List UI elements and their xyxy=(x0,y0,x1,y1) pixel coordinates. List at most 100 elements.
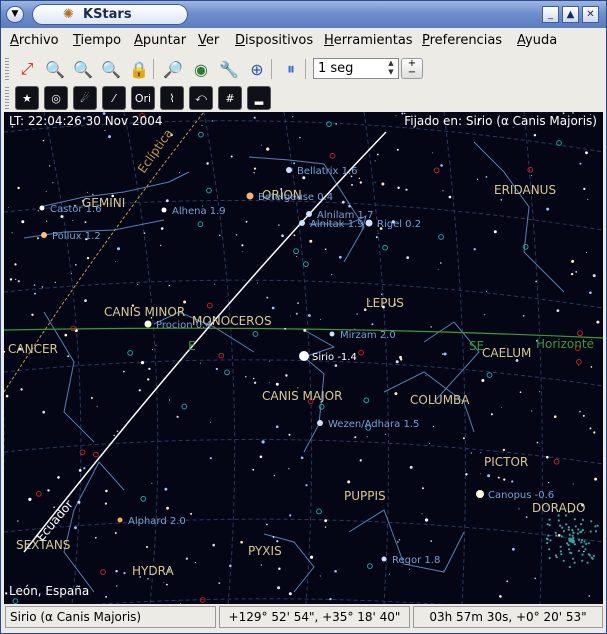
faint-star xyxy=(115,570,118,573)
faint-star xyxy=(5,394,9,398)
deep-sky-toggle-icon[interactable]: ◎ xyxy=(44,86,68,110)
faint-star xyxy=(74,263,77,266)
toolbar-grip[interactable] xyxy=(5,58,9,80)
title-bar[interactable]: ▼ ✺ KStars _ ▲ ✕ xyxy=(1,1,606,28)
toolbar-grip[interactable] xyxy=(5,87,9,109)
faint-star xyxy=(356,313,358,315)
faint-star xyxy=(42,410,46,414)
time-step-plus-minus[interactable]: + − xyxy=(401,58,423,79)
faint-star xyxy=(592,274,596,278)
faint-star xyxy=(548,482,550,484)
faint-star xyxy=(292,116,294,118)
faint-star xyxy=(14,263,17,266)
spin-arrows-icon[interactable]: ▲ ▼ xyxy=(384,59,398,78)
zoom-default-icon[interactable]: ⤢ xyxy=(15,57,39,81)
deep-sky-object xyxy=(486,372,493,379)
magellanic-cloud-dot xyxy=(560,535,563,538)
constellation-lines-toggle-icon[interactable]: ⌇ xyxy=(160,86,184,110)
faint-star xyxy=(146,546,148,548)
menu-preferencias[interactable]: Preferencias xyxy=(422,33,502,48)
faint-star xyxy=(17,280,20,283)
faint-star xyxy=(105,489,108,493)
faint-star xyxy=(180,602,181,604)
faint-star xyxy=(64,333,68,337)
faint-star xyxy=(570,272,574,276)
magellanic-cloud-dot xyxy=(546,541,549,545)
faint-star xyxy=(90,397,93,399)
faint-star xyxy=(443,570,444,571)
faint-star xyxy=(579,410,581,413)
faint-star xyxy=(271,306,275,310)
faint-star xyxy=(470,452,472,454)
faint-star xyxy=(253,116,256,119)
menu-ver[interactable]: Ver xyxy=(198,33,219,48)
sky-canvas[interactable]: GEMINIORION ERIDANUSCANIS MINORMONOCEROSL… xyxy=(4,112,603,604)
milky-way-toggle-icon[interactable]: ⤺ xyxy=(189,86,213,110)
faint-star xyxy=(105,596,107,598)
comets-toggle-icon[interactable]: ⁄ xyxy=(102,86,126,110)
horizon-toggle-icon[interactable]: ▂ xyxy=(247,86,271,110)
deep-sky-object xyxy=(303,261,309,268)
pause-icon[interactable]: ⏸ xyxy=(279,57,303,81)
line-label: E xyxy=(188,339,196,353)
constellation-line xyxy=(473,141,565,293)
faint-star xyxy=(300,456,304,460)
compass-icon[interactable]: ⊕ xyxy=(245,57,269,81)
faint-star xyxy=(269,360,270,362)
faint-star xyxy=(305,484,308,487)
zoom-fit-icon[interactable]: 🔍 xyxy=(99,57,123,81)
faint-star xyxy=(259,455,263,459)
faint-star xyxy=(462,437,465,440)
faint-star xyxy=(41,286,44,288)
faint-star xyxy=(266,147,270,151)
step-minus-icon[interactable]: − xyxy=(408,67,416,78)
zoom-in-icon[interactable]: 🔍 xyxy=(43,57,67,81)
magellanic-cloud-dot xyxy=(548,524,551,527)
menu-ayuda[interactable]: Ayuda xyxy=(517,33,557,48)
star-label: Pollux 1.2 xyxy=(52,231,101,242)
stars-toggle-icon[interactable]: ★ xyxy=(15,86,39,110)
tools-icon[interactable]: 🔧 xyxy=(217,57,241,81)
faint-star xyxy=(206,162,209,165)
zoom-out-icon[interactable]: 🔍 xyxy=(71,57,95,81)
named-star xyxy=(299,220,305,226)
sky-map[interactable]: GEMINI ORION ERIDANUS CANIS MINOR MONOCEROS L… xyxy=(4,112,603,604)
faint-star xyxy=(380,293,383,296)
faint-star xyxy=(375,236,378,239)
deep-sky-object xyxy=(206,187,212,194)
faint-star xyxy=(52,182,54,184)
minimize-button[interactable]: _ xyxy=(542,6,559,23)
magellanic-cloud-dot xyxy=(557,519,560,522)
constellation-names-toggle-icon[interactable]: Ori xyxy=(131,86,155,110)
status-bar: Sirio (α Canis Majoris) +129° 52' 54", +… xyxy=(3,606,604,630)
earth-icon[interactable]: ◉ xyxy=(189,57,213,81)
solar-system-toggle-icon[interactable]: ☄ xyxy=(73,86,97,110)
menu-dispositivos[interactable]: Dispositivos xyxy=(235,33,313,48)
faint-star xyxy=(87,191,88,193)
faint-star xyxy=(589,427,592,430)
coordinate-grid-toggle-icon[interactable]: # xyxy=(218,86,242,110)
magellanic-cloud-dot xyxy=(591,557,594,560)
faint-star xyxy=(241,244,244,247)
faint-star xyxy=(245,220,248,223)
faint-star xyxy=(295,312,298,315)
constellation-line xyxy=(43,311,95,443)
window-menu-button[interactable]: ▼ xyxy=(6,6,24,23)
lock-icon[interactable]: 🔒 xyxy=(127,57,151,81)
menu-tiempo[interactable]: Tiempo xyxy=(73,33,121,48)
menu-herramientas[interactable]: Herramientas xyxy=(324,33,413,48)
grid-line xyxy=(4,359,603,387)
faint-star xyxy=(584,532,586,533)
close-button[interactable]: ✕ xyxy=(582,6,599,23)
magellanic-cloud-dot xyxy=(588,554,592,557)
faint-star xyxy=(571,259,575,263)
time-step-spinbox[interactable]: 1 seg ▲ ▼ xyxy=(313,58,399,79)
maximize-button[interactable]: ▲ xyxy=(562,6,579,23)
faint-star xyxy=(219,234,221,236)
faint-star xyxy=(546,455,549,459)
faint-star xyxy=(214,283,216,285)
menu-archivo[interactable]: Archivo xyxy=(10,33,59,48)
faint-star xyxy=(522,314,525,317)
menu-apuntar[interactable]: Apuntar xyxy=(134,33,186,48)
find-object-icon[interactable]: 🔎 xyxy=(161,57,185,81)
